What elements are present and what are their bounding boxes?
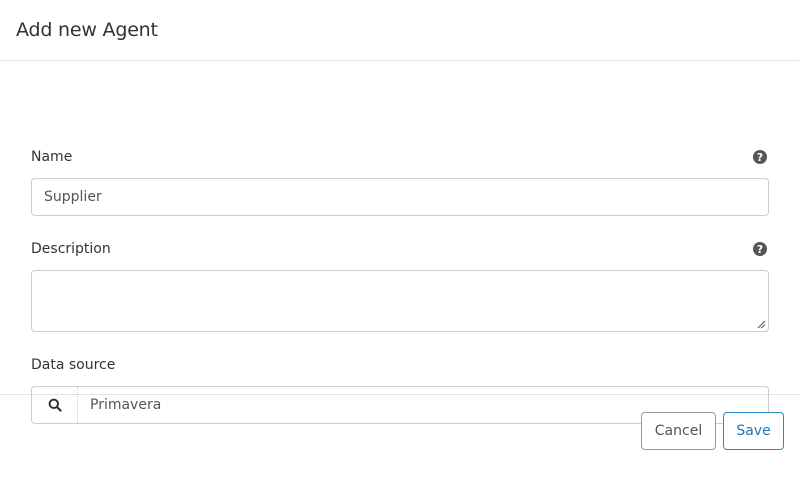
name-input-value: Supplier — [44, 189, 102, 205]
description-textarea[interactable] — [31, 270, 769, 332]
dialog-title: Add new Agent — [16, 19, 158, 41]
save-button[interactable]: Save — [723, 412, 784, 450]
add-agent-dialog: Add new Agent Name ? Supplier Descriptio… — [0, 0, 799, 481]
name-label: Name — [31, 149, 73, 165]
description-label-row: Description ? — [31, 241, 769, 257]
description-label: Description — [31, 241, 111, 257]
name-help-icon[interactable]: ? — [753, 150, 767, 164]
resize-grip-icon[interactable] — [757, 320, 766, 329]
dialog-footer: Cancel Save — [0, 396, 799, 481]
name-input[interactable]: Supplier — [31, 178, 769, 216]
dialog-body: Name ? Supplier Description ? Data sourc… — [0, 61, 799, 424]
data-source-label-row: Data source — [31, 357, 769, 373]
dialog-header: Add new Agent — [0, 0, 799, 61]
description-help-icon[interactable]: ? — [753, 242, 767, 256]
data-source-label: Data source — [31, 357, 116, 373]
name-label-row: Name ? — [31, 149, 769, 165]
cancel-button[interactable]: Cancel — [641, 412, 716, 450]
